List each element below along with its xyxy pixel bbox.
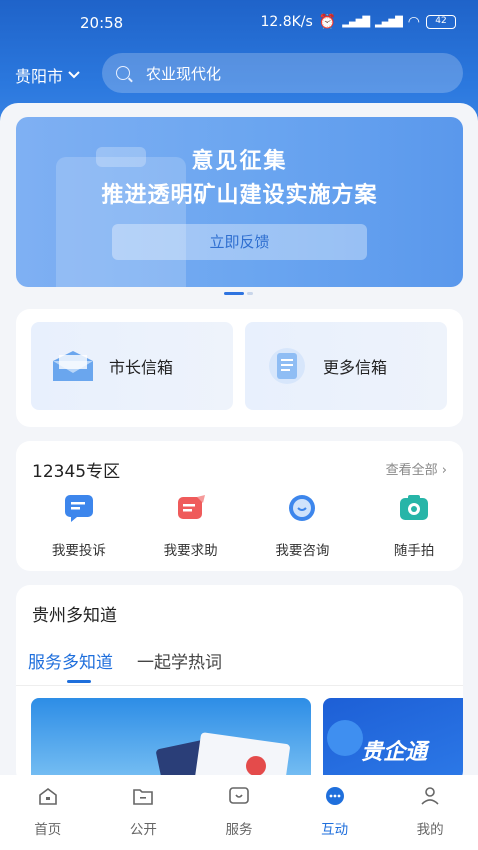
tab-hot-words[interactable]: 一起学热词: [137, 648, 222, 673]
signal2-icon: ▂▄▆█: [375, 16, 403, 28]
knowledge-tabs: 服务多知道 一起学热词: [28, 648, 222, 673]
knowledge-title: 贵州多知道: [32, 606, 117, 626]
documents-illustration: [156, 732, 290, 785]
status-time: 20:58: [80, 14, 124, 32]
status-bar: 20:58 12.8K/s ⏰ ▂▄▆█ ▂▄▆█ ◠ 42: [0, 12, 478, 36]
nav-label: 互动: [321, 822, 349, 838]
feedback-button[interactable]: 立即反馈: [112, 224, 367, 260]
search-text: 农业现代化: [146, 64, 222, 83]
chevron-down-icon: [68, 71, 80, 79]
nav-label: 服务: [225, 822, 253, 838]
view-all-label: 查看全部: [385, 463, 438, 478]
snapshot-button[interactable]: 随手拍: [365, 493, 463, 559]
bottom-nav: 首页 公开 服务 互动 我的: [0, 775, 478, 850]
zone-title: 12345专区: [32, 462, 121, 482]
nav-item-service[interactable]: 服务: [191, 775, 287, 850]
help-icon: [177, 495, 205, 519]
city-selector[interactable]: 贵阳市: [15, 63, 81, 87]
enterprise-card[interactable]: 贵企通: [323, 698, 463, 785]
complaint-label: 我要投诉: [51, 543, 106, 559]
envelope-icon: [53, 351, 93, 381]
network-speed: 12.8K/s: [260, 14, 313, 30]
search-input[interactable]: 农业现代化: [102, 53, 463, 93]
page-dot: [247, 292, 253, 295]
tab-indicator: [67, 680, 91, 683]
hotline-zone-card: 12345专区 查看全部 › 我要投诉 我要求助 我要咨询 随手拍: [16, 441, 463, 571]
help-button[interactable]: 我要求助: [142, 493, 240, 559]
mayor-mailbox-button[interactable]: 市长信箱: [31, 322, 233, 410]
signal-icon: ▂▄▆█: [342, 16, 370, 28]
city-label: 贵阳市: [15, 67, 64, 86]
help-label: 我要求助: [163, 543, 218, 559]
page-dot-active: [224, 292, 244, 295]
view-all-link[interactable]: 查看全部 ›: [386, 459, 447, 478]
nav-label: 首页: [34, 822, 62, 838]
chat-icon: [325, 787, 344, 805]
snapshot-label: 随手拍: [393, 543, 435, 559]
tabs-divider: [16, 685, 463, 686]
nav-item-public[interactable]: 公开: [96, 775, 192, 850]
chevron-right-icon: ›: [441, 463, 447, 478]
consult-button[interactable]: 我要咨询: [254, 493, 352, 559]
complaint-button[interactable]: 我要投诉: [30, 493, 128, 559]
complaint-icon: [64, 495, 93, 522]
home-icon: [38, 788, 57, 805]
mailbox-label: 市长信箱: [109, 358, 174, 377]
folder-icon: [133, 789, 154, 805]
user-icon: [421, 787, 439, 805]
service-icon: [229, 787, 249, 804]
banner-title: 意见征集: [191, 149, 288, 174]
enterprise-card-text: 贵企通: [361, 740, 428, 765]
more-mailbox-button[interactable]: 更多信箱: [245, 322, 447, 410]
zone-items: 我要投诉 我要求助 我要咨询 随手拍: [16, 493, 463, 559]
knowledge-article-card[interactable]: [31, 698, 311, 785]
document-icon: [269, 348, 305, 384]
wifi-icon: ◠: [407, 14, 420, 30]
nav-label: 公开: [129, 822, 157, 838]
nav-item-mine[interactable]: 我的: [382, 775, 478, 850]
nav-label: 我的: [416, 822, 444, 838]
camera-icon: [400, 495, 429, 520]
guizhou-knowledge-card: 贵州多知道 服务多知道 一起学热词 贵企通: [16, 585, 463, 785]
consult-icon: [289, 495, 316, 521]
status-right: 12.8K/s ⏰ ▂▄▆█ ▂▄▆█ ◠ 42: [260, 14, 456, 30]
tab-service-knowledge[interactable]: 服务多知道: [28, 648, 113, 673]
banner-pagination: [224, 292, 253, 295]
nav-item-home[interactable]: 首页: [0, 775, 96, 850]
search-icon: [116, 66, 130, 80]
consult-label: 我要咨询: [275, 543, 330, 559]
banner-subtitle: 推进透明矿山建设实施方案: [101, 183, 378, 208]
mailbox-card: 市长信箱 更多信箱: [16, 309, 463, 427]
feedback-banner[interactable]: 意见征集 推进透明矿山建设实施方案 立即反馈: [16, 117, 463, 287]
mailbox-label: 更多信箱: [323, 358, 388, 377]
nav-item-interact[interactable]: 互动: [287, 775, 383, 850]
battery-icon: 42: [426, 15, 456, 29]
alarm-icon: ⏰: [318, 14, 337, 30]
